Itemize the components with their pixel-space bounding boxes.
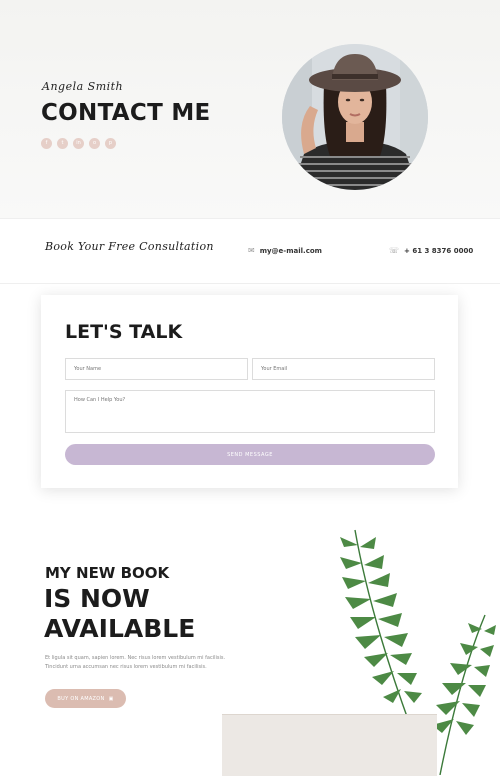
signature-name: Angela Smith	[42, 80, 124, 93]
phone-text: + 61 3 8376 0000	[404, 246, 474, 255]
hero-section: Angela Smith CONTACT ME f t in o p	[0, 0, 500, 218]
profile-portrait	[282, 44, 428, 190]
email-link[interactable]: ✉ my@e-mail.com	[248, 246, 322, 255]
linkedin-icon[interactable]: in	[73, 138, 84, 149]
book-headline: IS NOW AVAILABLE	[44, 584, 196, 643]
shopping-bag-icon: ▣	[108, 695, 114, 702]
buy-on-amazon-label: BUY ON AMAZON	[57, 695, 105, 702]
email-field[interactable]	[252, 358, 435, 380]
page-title: CONTACT ME	[41, 100, 211, 126]
phone-icon: ☏	[389, 246, 400, 255]
send-message-button[interactable]: SEND MESSAGE	[65, 444, 435, 465]
form-title: LET'S TALK	[65, 321, 183, 343]
pinterest-icon[interactable]: p	[105, 138, 116, 149]
book-description: Et ligula sit quam, sapien lorem. Nec ri…	[45, 655, 226, 670]
phone-link[interactable]: ☏ + 61 3 8376 0000	[389, 246, 473, 255]
consultation-title: Book Your Free Consultation	[45, 240, 214, 253]
twitter-icon[interactable]: t	[57, 138, 68, 149]
social-links: f t in o p	[41, 138, 116, 149]
buy-on-amazon-button[interactable]: BUY ON AMAZON ▣	[45, 689, 126, 708]
facebook-icon[interactable]: f	[41, 138, 52, 149]
name-field[interactable]	[65, 358, 248, 380]
instagram-icon[interactable]: o	[89, 138, 100, 149]
book-image	[222, 714, 437, 776]
message-field[interactable]	[65, 390, 435, 433]
contact-form-card: LET'S TALK SEND MESSAGE	[41, 295, 458, 488]
mail-icon: ✉	[248, 246, 255, 255]
email-text: my@e-mail.com	[259, 246, 322, 255]
book-kicker: MY NEW BOOK	[45, 564, 170, 582]
